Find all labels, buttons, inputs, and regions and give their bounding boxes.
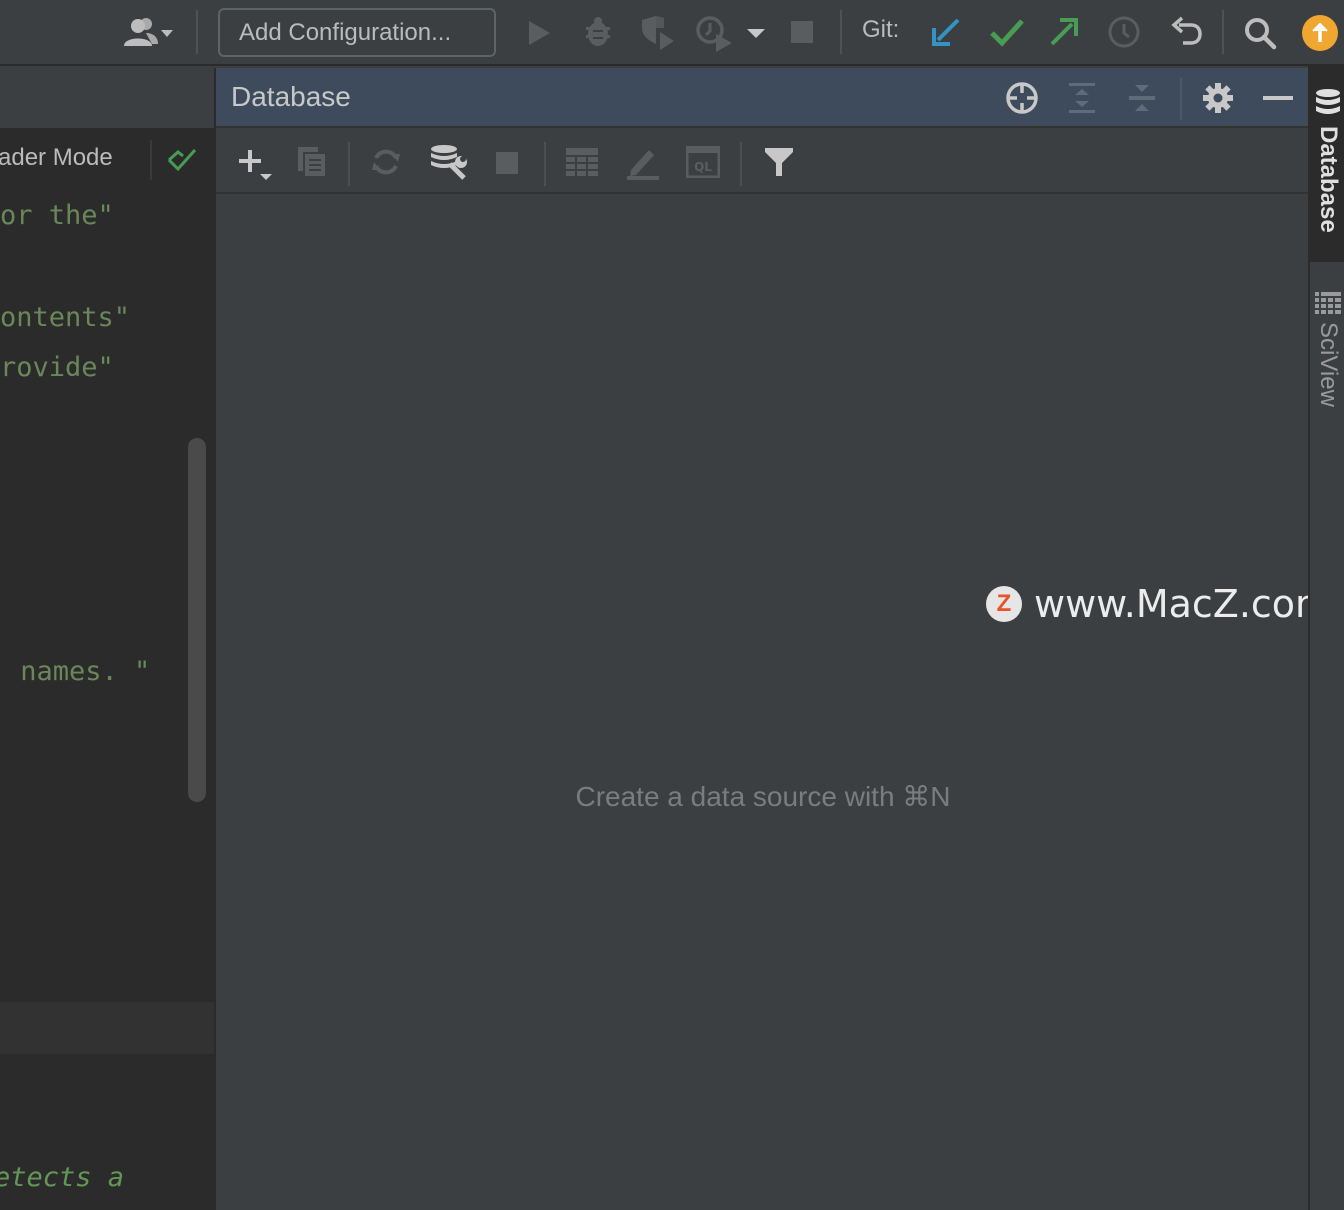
arrow-up-circle-icon <box>1302 15 1338 51</box>
watermark-text: www.MacZ.com <box>1034 582 1333 626</box>
code-line: rovide" <box>0 352 114 383</box>
minimize-icon <box>1263 96 1293 100</box>
git-push-button[interactable] <box>1046 14 1082 50</box>
duplicate-icon <box>298 147 327 178</box>
arrow-up-right-icon <box>1050 18 1078 46</box>
add-icon <box>239 150 272 180</box>
coverage-icon <box>642 16 674 50</box>
database-icon <box>1316 89 1340 114</box>
right-tool-strip: Database SciView <box>1308 66 1344 1210</box>
users-icon <box>124 18 173 46</box>
data-source-properties-icon <box>431 145 467 180</box>
tool-tab-database[interactable]: Database <box>1310 66 1344 262</box>
collapse-all-icon <box>1129 85 1155 111</box>
clock-icon <box>1108 16 1140 48</box>
current-line-highlight <box>0 1002 214 1054</box>
code-line: or the" <box>0 200 114 231</box>
filter-icon <box>765 148 793 176</box>
search-everywhere-button[interactable] <box>1240 14 1280 52</box>
disconnect-button[interactable] <box>492 148 522 178</box>
vcs-user-button[interactable] <box>114 16 178 50</box>
edit-button[interactable] <box>624 142 660 182</box>
data-source-properties-button[interactable] <box>428 142 468 182</box>
main-toolbar: Add Configuration... Git: <box>0 0 1344 66</box>
database-header: Database <box>216 68 1310 128</box>
arrow-down-left-icon <box>932 18 960 46</box>
panel-title: Database <box>231 81 351 112</box>
git-history-button[interactable] <box>1106 14 1142 50</box>
update-available-button[interactable] <box>1300 14 1340 52</box>
toolbar-separator <box>1222 10 1224 54</box>
svg-text:QL: QL <box>694 160 712 174</box>
chevron-down-icon <box>161 30 173 37</box>
editor-scrollbar[interactable] <box>188 438 206 802</box>
empty-state-text: Create a data source with ⌘N <box>575 781 951 812</box>
code-line: ontents" <box>0 302 131 333</box>
toolbar-separator <box>196 10 198 54</box>
expand-all-button[interactable] <box>1064 80 1100 116</box>
chevron-down-icon <box>747 29 765 38</box>
stop-icon <box>496 152 518 174</box>
watermark-logo-icon: Z <box>986 586 1022 622</box>
open-table-button[interactable] <box>564 144 600 180</box>
coverage-button[interactable] <box>638 14 678 52</box>
inspection-ok-indicator[interactable] <box>166 146 198 174</box>
query-console-icon: QL <box>686 146 720 178</box>
profile-button[interactable] <box>694 14 736 52</box>
git-commit-button[interactable] <box>986 14 1028 50</box>
refresh-button[interactable] <box>368 144 404 180</box>
new-data-source-button[interactable] <box>234 144 274 184</box>
undo-icon <box>1171 16 1202 45</box>
double-check-icon <box>167 148 197 172</box>
reader-bar-separator <box>150 140 152 180</box>
check-icon <box>990 19 1024 47</box>
code-line: names. " <box>4 656 151 687</box>
watermark: Z www.MacZ.com <box>986 582 1332 626</box>
tool-tab-sciview[interactable]: SciView <box>1310 280 1344 440</box>
tool-tab-label: Database <box>1315 126 1342 233</box>
code-editor[interactable]: ader Mode or the" ontents" rovide" names… <box>0 68 214 1210</box>
gear-icon <box>1203 83 1233 113</box>
settings-button[interactable] <box>1200 80 1236 116</box>
run-icon <box>529 21 550 45</box>
add-configuration-button[interactable]: Add Configuration... <box>218 8 496 57</box>
git-label: Git: <box>862 16 900 43</box>
locate-button[interactable] <box>1004 80 1040 116</box>
toolbar-separator <box>348 142 350 186</box>
header-separator <box>1180 78 1182 120</box>
profiler-icon <box>696 16 732 52</box>
git-rollback-button[interactable] <box>1166 14 1206 50</box>
run-button[interactable] <box>524 16 554 50</box>
table-icon <box>566 148 598 176</box>
refresh-icon <box>372 149 400 175</box>
stop-icon <box>791 21 813 43</box>
tool-tab-label: SciView <box>1315 322 1342 407</box>
crosshair-icon <box>1006 82 1038 114</box>
stop-button[interactable] <box>788 18 816 46</box>
toolbar-separator <box>544 142 546 186</box>
edit-icon <box>627 150 659 180</box>
filter-button[interactable] <box>760 144 798 180</box>
search-icon <box>1245 18 1277 50</box>
code-line: etects a <box>0 1162 125 1193</box>
expand-all-icon <box>1069 83 1095 113</box>
sciview-icon <box>1315 292 1341 314</box>
database-toolbar: QL <box>216 130 1310 194</box>
reader-mode-toggle[interactable]: ader Mode <box>0 144 113 172</box>
duplicate-button[interactable] <box>294 144 330 180</box>
toolbar-separator <box>840 10 842 54</box>
git-update-button[interactable] <box>928 14 964 50</box>
collapse-all-button[interactable] <box>1124 80 1160 116</box>
more-run-options-button[interactable] <box>744 24 768 42</box>
bug-icon <box>586 17 610 46</box>
query-console-button[interactable]: QL <box>684 144 722 180</box>
editor-tab-bar <box>0 68 214 128</box>
debug-button[interactable] <box>580 14 616 50</box>
toolbar-separator <box>740 142 742 186</box>
hide-panel-button[interactable] <box>1260 80 1296 116</box>
database-tool-window: Database QL Create a data source with ⌘N… <box>214 68 1332 1210</box>
